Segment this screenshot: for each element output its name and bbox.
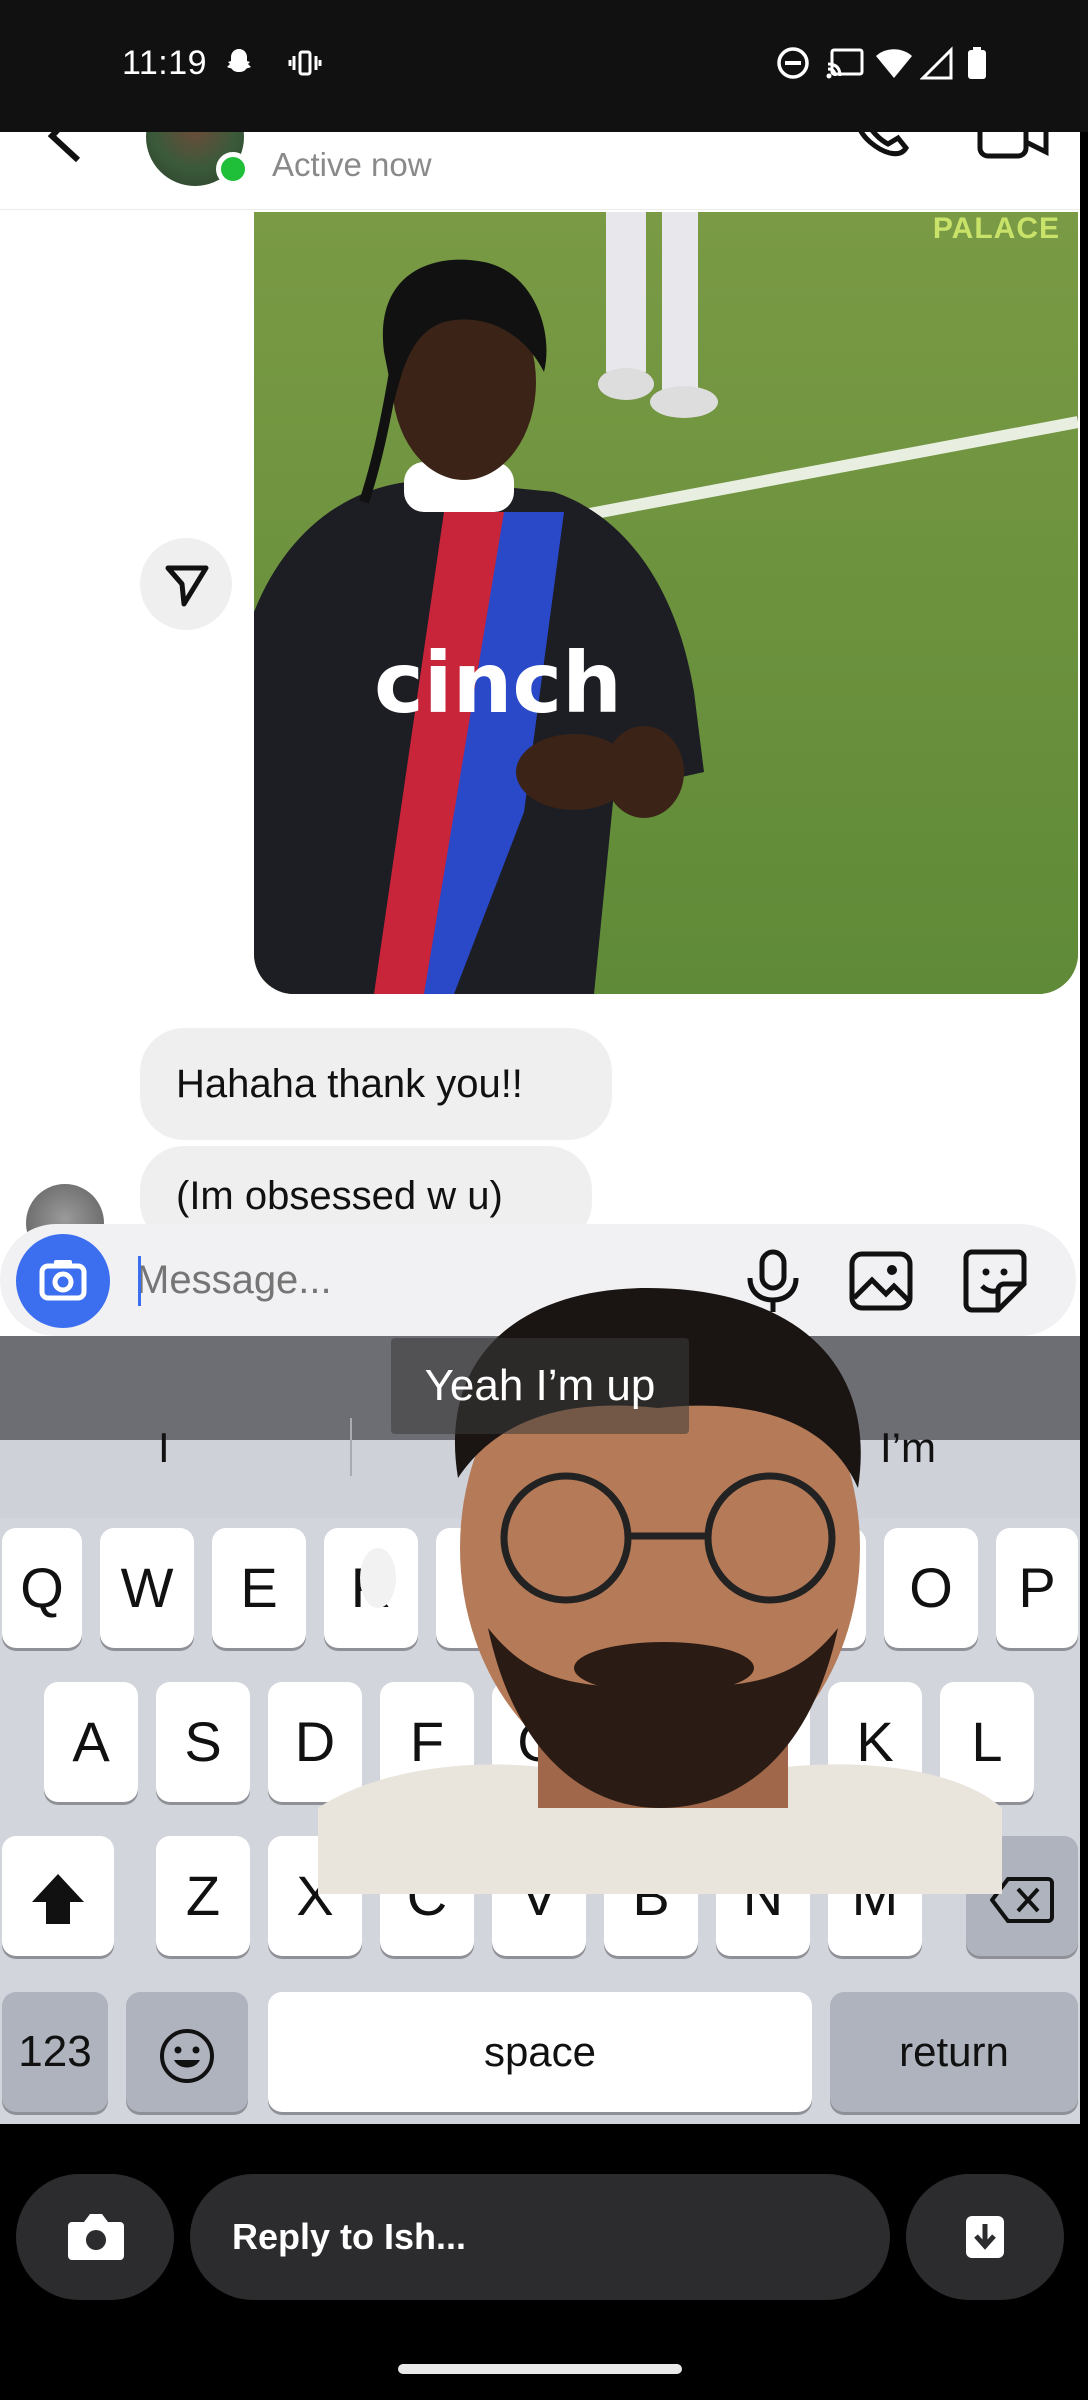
status-time: 11:19: [122, 44, 208, 82]
numbers-key[interactable]: 123: [2, 1992, 108, 2112]
cast-icon: [826, 48, 864, 79]
key-label: W: [120, 1556, 174, 1619]
signal-icon: [920, 46, 953, 80]
camera-icon: [39, 1260, 87, 1301]
composer-camera-button[interactable]: [16, 1234, 110, 1328]
key-a[interactable]: A: [44, 1682, 138, 1802]
key-s[interactable]: S: [156, 1682, 250, 1802]
chat-screen: cinch PALACE Hahaha thank you!! (Im obse…: [0, 132, 1080, 1336]
wifi-icon: [876, 49, 912, 78]
do-not-disturb-icon: [777, 47, 809, 79]
share-button[interactable]: [140, 538, 232, 630]
key-label: Z: [185, 1864, 221, 1927]
paper-plane-icon: [165, 565, 209, 607]
key-z[interactable]: Z: [156, 1836, 250, 1956]
return-key[interactable]: return: [830, 1992, 1078, 2112]
reply-input[interactable]: Reply to Ish...: [190, 2174, 890, 2300]
space-key[interactable]: space: [268, 1992, 812, 2112]
video-call-icon[interactable]: [976, 132, 1050, 162]
video-caption: Yeah I’m up: [0, 1338, 1080, 1442]
snapchat-ghost-icon: [227, 49, 251, 72]
emoji-icon: [160, 2029, 214, 2084]
key-w[interactable]: W: [100, 1528, 194, 1648]
battery-icon: [968, 47, 986, 79]
status-bar: 11:19: [0, 0, 1088, 132]
gif-image: cinch: [254, 212, 1078, 994]
key-label: return: [899, 2028, 1009, 2075]
key-label: 123: [18, 2027, 92, 2076]
home-indicator[interactable]: [398, 2364, 682, 2374]
back-arrow-icon[interactable]: [40, 132, 100, 162]
reply-camera-button[interactable]: [16, 2174, 174, 2300]
gif-watermark: PALACE: [932, 212, 1060, 245]
key-label: E: [240, 1556, 278, 1619]
key-p[interactable]: P: [996, 1528, 1078, 1648]
emoji-key[interactable]: [126, 1992, 248, 2112]
svg-text:cinch: cinch: [374, 634, 622, 732]
reply-bar: Reply to Ish...: [0, 2124, 1088, 2400]
gif-message[interactable]: cinch PALACE: [254, 212, 1078, 994]
contact-status: Active now: [272, 146, 432, 183]
shift-arrow-icon: [32, 1874, 84, 1925]
caption-text: Yeah I’m up: [390, 1338, 690, 1434]
key-e[interactable]: E: [212, 1528, 306, 1648]
vibrate-icon: [288, 50, 322, 76]
chat-header: Active now: [0, 132, 1080, 210]
shift-key[interactable]: [2, 1836, 114, 1956]
key-q[interactable]: Q: [2, 1528, 82, 1648]
key-label: S: [184, 1710, 222, 1773]
online-indicator: [216, 152, 250, 186]
download-button[interactable]: [906, 2174, 1064, 2300]
key-label: space: [483, 2028, 597, 2075]
message-bubble[interactable]: Hahaha thank you!!: [140, 1028, 612, 1140]
camera-icon: [68, 2214, 124, 2260]
download-icon: [966, 2216, 1004, 2258]
key-label: P: [1018, 1556, 1056, 1619]
phone-icon[interactable]: [846, 132, 912, 162]
key-label: A: [72, 1710, 110, 1773]
key-label: Q: [20, 1556, 64, 1619]
text-caret: [138, 1256, 141, 1306]
